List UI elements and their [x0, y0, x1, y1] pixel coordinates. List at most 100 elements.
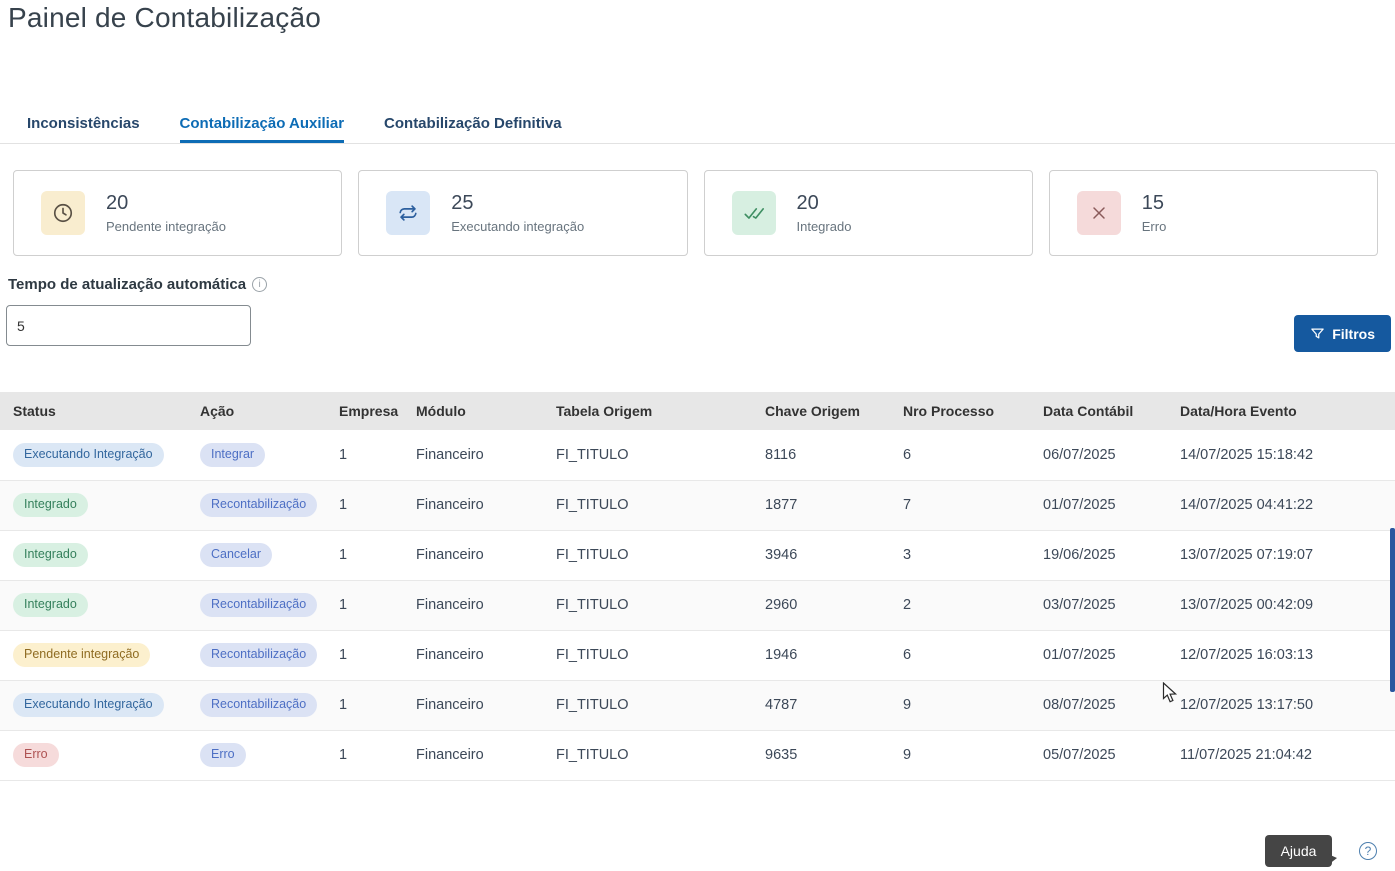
stat-value: 25 — [451, 192, 584, 215]
action-badge[interactable]: Integrar — [200, 443, 265, 467]
status-badge: Erro — [13, 743, 59, 767]
chave-origem-cell-container: 3946 — [752, 530, 890, 580]
data-contabil-cell-container: 19/06/2025 — [1030, 530, 1167, 580]
stat-value: 15 — [1142, 192, 1167, 215]
help-button[interactable]: Ajuda — [1265, 835, 1332, 867]
auto-refresh-label: Tempo de atualização automática i — [8, 276, 267, 293]
nro-processo-cell-container: 9 — [890, 730, 1030, 780]
nro-processo-cell-container: 6 — [890, 430, 1030, 480]
tab-inconsistencias[interactable]: Inconsistências — [27, 104, 140, 143]
action-badge[interactable]: Erro — [200, 743, 246, 767]
status-badge: Integrado — [13, 593, 88, 617]
status-summary-cards: 20 Pendente integração 25 Executando int… — [13, 170, 1378, 256]
stat-card-integrado: 20 Integrado — [704, 170, 1033, 256]
nro-processo-cell-container: 9 — [890, 680, 1030, 730]
empresa-cell-container: 1 — [326, 630, 403, 680]
empresa-cell-container: 1 — [326, 530, 403, 580]
modulo-cell-container: Financeiro — [403, 480, 543, 530]
table-row[interactable]: Executando IntegraçãoRecontabilização1Fi… — [0, 680, 1395, 730]
action-badge[interactable]: Recontabilização — [200, 693, 317, 717]
stat-card-executando-integracao: 25 Executando integração — [358, 170, 687, 256]
action-badge-container: Recontabilização — [187, 630, 326, 680]
stat-card-pendente-integracao: 20 Pendente integração — [13, 170, 342, 256]
tabela-origem-cell-container: FI_TITULO — [543, 430, 752, 480]
table-header: Status Ação Empresa Módulo Tabela Origem… — [0, 392, 1395, 430]
action-badge-container: Recontabilização — [187, 580, 326, 630]
data-hora-evento-cell-container: 12/07/2025 16:03:13 — [1167, 630, 1395, 680]
tabela-origem-cell-container: FI_TITULO — [543, 530, 752, 580]
action-badge[interactable]: Recontabilização — [200, 643, 317, 667]
clock-icon — [41, 191, 85, 235]
filters-button[interactable]: Filtros — [1294, 315, 1391, 352]
empresa-cell-container: 1 — [326, 580, 403, 630]
action-badge[interactable]: Recontabilização — [200, 593, 317, 617]
filters-button-label: Filtros — [1332, 326, 1375, 342]
modulo-cell-container: Financeiro — [403, 730, 543, 780]
auto-refresh-input[interactable] — [6, 305, 251, 346]
filter-funnel-icon — [1310, 326, 1325, 341]
status-badge: Executando Integração — [13, 693, 164, 717]
action-badge[interactable]: Recontabilização — [200, 493, 317, 517]
modulo-cell-container: Financeiro — [403, 580, 543, 630]
table-row[interactable]: Integrado Recontabilização 1FinanceiroFI_T… — [0, 580, 1395, 630]
tabela-origem-cell-container: FI_TITULO — [543, 580, 752, 630]
empresa-cell-container: 1 — [326, 430, 403, 480]
table-row[interactable]: IntegradoRecontabilização1FinanceiroFI_T… — [0, 480, 1395, 530]
table-row[interactable]: Pendente integração Recontabilização 1Fina… — [0, 630, 1395, 680]
help-question-icon[interactable]: ? — [1359, 842, 1377, 860]
x-icon — [1077, 191, 1121, 235]
data-hora-evento-cell-container: 14/07/2025 04:41:22 — [1167, 480, 1395, 530]
status-badge: Executando Integração — [13, 443, 164, 467]
status-badge-container: Executando Integração — [0, 680, 187, 730]
table-scrollbar[interactable] — [1390, 528, 1395, 692]
table-row[interactable]: ErroErro1FinanceiroFI_TITULO9635905/07/2… — [0, 730, 1395, 780]
status-badge-container: Pendente integração — [0, 630, 187, 680]
tabela-origem-cell-container: FI_TITULO — [543, 730, 752, 780]
status-badge-container: Erro — [0, 730, 187, 780]
col-tabela-origem: Tabela Origem — [543, 392, 752, 430]
tab-contabilizacao-definitiva[interactable]: Contabilização Definitiva — [384, 104, 562, 143]
sync-icon — [386, 191, 430, 235]
data-contabil-cell-container: 01/07/2025 — [1030, 630, 1167, 680]
data-contabil-cell-container: 01/07/2025 — [1030, 480, 1167, 530]
action-badge[interactable]: Cancelar — [200, 543, 272, 567]
tabela-origem-cell-container: FI_TITULO — [543, 480, 752, 530]
modulo-cell-container: Financeiro — [403, 430, 543, 480]
nro-processo-cell-container: 7 — [890, 480, 1030, 530]
stat-value: 20 — [106, 192, 226, 215]
table-row[interactable]: Executando Integração Integrar 1Financeiro… — [0, 430, 1395, 480]
action-badge-container: Recontabilização — [187, 680, 326, 730]
painel-contabilizacao-page: Painel de Contabilização Inconsistências… — [0, 0, 1395, 871]
chave-origem-cell-container: 4787 — [752, 680, 890, 730]
auto-refresh-label-text: Tempo de atualização automática — [8, 276, 246, 293]
status-badge-container: Integrado — [0, 480, 187, 530]
nro-processo-cell-container: 2 — [890, 580, 1030, 630]
action-badge-container: Recontabilização — [187, 480, 326, 530]
double-check-icon — [732, 191, 776, 235]
stat-label: Pendente integração — [106, 219, 226, 234]
chave-origem-cell-container: 1946 — [752, 630, 890, 680]
tabela-origem-cell-container: FI_TITULO — [543, 680, 752, 730]
col-data-hora-evento: Data/Hora Evento — [1167, 392, 1395, 430]
info-icon[interactable]: i — [252, 277, 267, 292]
data-hora-evento-cell-container: 13/07/2025 07:19:07 — [1167, 530, 1395, 580]
status-badge-container: Executando Integração — [0, 430, 187, 480]
table-body: Executando IntegraçãoIntegrar1Financeiro… — [0, 430, 1395, 780]
action-badge-container: Cancelar — [187, 530, 326, 580]
action-badge-container: Erro — [187, 730, 326, 780]
chave-origem-cell-container: 9635 — [752, 730, 890, 780]
modulo-cell-container: Financeiro — [403, 680, 543, 730]
data-contabil-cell-container: 06/07/2025 — [1030, 430, 1167, 480]
table-row[interactable]: IntegradoCancelar1FinanceiroFI_TITULO394… — [0, 530, 1395, 580]
data-hora-evento-cell-container: 11/07/2025 21:04:42 — [1167, 730, 1395, 780]
data-contabil-cell-container: 08/07/2025 — [1030, 680, 1167, 730]
help-tooltip-tail — [1328, 854, 1337, 865]
modulo-cell-container: Financeiro — [403, 630, 543, 680]
data-hora-evento-cell-container: 14/07/2025 15:18:42 — [1167, 430, 1395, 480]
col-chave-origem: Chave Origem — [752, 392, 890, 430]
action-badge-container: Integrar — [187, 430, 326, 480]
data-contabil-cell-container: 03/07/2025 — [1030, 580, 1167, 630]
tab-contabilizacao-auxiliar[interactable]: Contabilização Auxiliar — [180, 104, 344, 143]
tabela-origem-cell-container: FI_TITULO — [543, 630, 752, 680]
col-acao: Ação — [187, 392, 326, 430]
